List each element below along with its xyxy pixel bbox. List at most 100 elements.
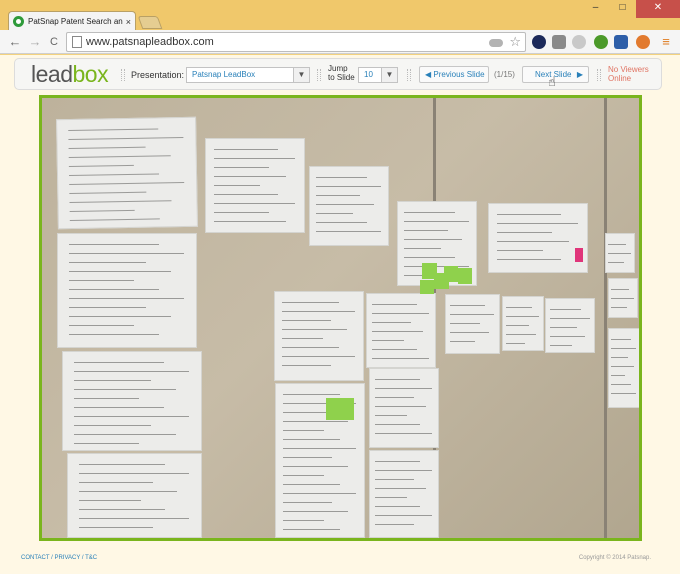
- sketch-line: [282, 347, 340, 348]
- sketch-line: [74, 380, 152, 381]
- minimize-button[interactable]: –: [582, 0, 609, 18]
- extension-play-icon[interactable]: [532, 35, 546, 49]
- sketch-line: [68, 155, 171, 159]
- bookmark-star-icon[interactable]: ☆: [509, 34, 521, 50]
- sketch-line: [283, 502, 333, 503]
- sketch-line: [283, 484, 341, 485]
- sketch-line: [375, 488, 426, 489]
- sketch-line: [608, 253, 632, 254]
- wireframe-sheet: [605, 233, 635, 273]
- sketch-line: [404, 212, 455, 213]
- extension-v-icon[interactable]: [614, 35, 628, 49]
- sketch-line: [375, 506, 420, 507]
- wireframe-sheet: [205, 138, 305, 233]
- browser-toolbar: ← → C www.patsnapleadbox.com ☆ ≡: [0, 30, 680, 54]
- jump-label: Jump to Slide: [328, 64, 355, 82]
- wireframe-sheet: [369, 450, 439, 538]
- sketch-line: [611, 298, 635, 299]
- sketch-line: [78, 491, 178, 492]
- sketch-line: [611, 393, 637, 394]
- sketch-line: [69, 316, 172, 317]
- sketch-line: [372, 349, 417, 350]
- extension-gear-icon[interactable]: [572, 35, 586, 49]
- menu-icon[interactable]: ≡: [658, 33, 674, 51]
- arrow-right-icon: ▶: [576, 70, 583, 79]
- tab-close-icon[interactable]: ×: [126, 17, 131, 27]
- sketch-line: [283, 520, 325, 521]
- sticky-note: [420, 280, 434, 294]
- divider: [317, 69, 321, 81]
- sketch-line: [375, 397, 414, 398]
- sketch-line: [549, 336, 586, 337]
- window-titlebar: PatSnap Patent Search and × – □ ✕: [0, 0, 680, 31]
- sketch-line: [78, 464, 166, 465]
- chevron-down-icon: ▼: [293, 68, 309, 82]
- page-icon: [72, 36, 82, 48]
- sketch-line: [316, 213, 353, 214]
- presentation-controls: leadbox Presentation: Patsnap LeadBox ▼ …: [14, 58, 662, 90]
- sketch-line: [74, 362, 164, 363]
- maximize-button[interactable]: □: [609, 0, 636, 18]
- sketch-line: [283, 493, 357, 494]
- sketch-line: [316, 195, 360, 196]
- slide-image: [39, 95, 642, 541]
- sketch-line: [372, 358, 429, 359]
- jump-to-slide-select[interactable]: 10 ▼: [358, 67, 398, 83]
- sketch-line: [282, 302, 340, 303]
- sketch-line: [68, 137, 183, 141]
- sketch-line: [69, 218, 160, 222]
- sketch-line: [283, 511, 349, 512]
- back-button[interactable]: ←: [7, 33, 23, 51]
- new-tab-button[interactable]: [137, 16, 163, 29]
- sketch-line: [496, 223, 579, 224]
- sketch-line: [283, 430, 325, 431]
- extension-green-icon[interactable]: [594, 35, 608, 49]
- wireframe-sheet: [608, 328, 639, 408]
- sketch-line: [78, 482, 154, 483]
- sketch-line: [282, 356, 356, 357]
- forward-button[interactable]: →: [27, 33, 43, 51]
- sketch-line: [549, 345, 573, 346]
- divider: [121, 69, 125, 81]
- sketch-line: [316, 177, 367, 178]
- previous-slide-button[interactable]: ◀ Previous Slide: [419, 66, 489, 83]
- sketch-line: [74, 398, 139, 399]
- url-text[interactable]: www.patsnapleadbox.com: [86, 36, 214, 48]
- wireframe-sheet: [502, 296, 544, 351]
- sketch-line: [404, 257, 455, 258]
- sketch-line: [69, 325, 134, 326]
- sketch-line: [450, 323, 480, 324]
- sketch-line: [496, 214, 561, 215]
- footer-links[interactable]: CONTACT / PRIVACY / T&C: [21, 555, 97, 561]
- cloud-icon[interactable]: [489, 39, 503, 47]
- sketch-line: [69, 200, 172, 204]
- sketch-line: [375, 515, 432, 516]
- sketch-line: [74, 407, 164, 408]
- sketch-line: [611, 366, 634, 367]
- sketch-line: [372, 340, 405, 341]
- sketch-line: [69, 209, 135, 213]
- sketch-line: [283, 466, 349, 467]
- sketch-line: [213, 149, 278, 150]
- sketch-line: [375, 524, 414, 525]
- arrow-left-icon: ◀: [425, 70, 432, 79]
- sketch-line: [506, 316, 540, 317]
- sketch-line: [316, 231, 381, 232]
- sketch-line: [78, 473, 189, 474]
- sketch-line: [375, 470, 432, 471]
- sketch-line: [506, 334, 536, 335]
- close-window-button[interactable]: ✕: [636, 0, 680, 18]
- sketch-line: [496, 259, 561, 260]
- reload-button[interactable]: C: [46, 33, 62, 51]
- sketch-line: [74, 434, 177, 435]
- sketch-line: [608, 244, 627, 245]
- sketch-line: [611, 357, 629, 358]
- presentation-select[interactable]: Patsnap LeadBox ▼: [186, 67, 310, 83]
- extension-badge-icon[interactable]: [636, 35, 650, 49]
- wireframe-sheet: [309, 166, 389, 246]
- sketch-line: [74, 389, 177, 390]
- extension-grid-icon[interactable]: [552, 35, 566, 49]
- sketch-line: [78, 509, 166, 510]
- browser-tab[interactable]: PatSnap Patent Search and ×: [8, 11, 136, 31]
- address-bar[interactable]: www.patsnapleadbox.com ☆: [66, 32, 526, 52]
